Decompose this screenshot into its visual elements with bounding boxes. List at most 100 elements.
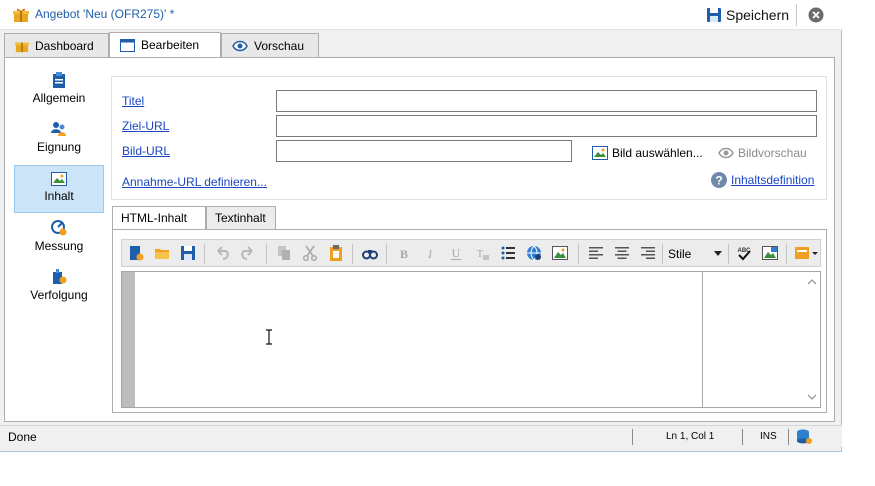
align-right-icon[interactable] — [640, 245, 656, 261]
target-url-label[interactable]: Ziel-URL — [122, 119, 169, 133]
image-props-icon[interactable] — [762, 245, 778, 261]
help-icon: ? — [711, 172, 727, 188]
toolbar-separator — [266, 244, 267, 264]
bold-icon[interactable]: B — [396, 245, 412, 261]
svg-text:I: I — [427, 247, 433, 261]
choose-image-button[interactable]: Bild auswählen... — [592, 146, 703, 160]
align-center-icon[interactable] — [614, 245, 630, 261]
choose-image-label: Bild auswählen... — [612, 146, 703, 160]
align-left-icon[interactable] — [588, 245, 604, 261]
toolbar-separator — [786, 244, 787, 264]
people-icon — [51, 122, 66, 136]
save-icon — [707, 8, 721, 22]
toolbar-separator — [204, 244, 205, 264]
text-cursor-icon — [266, 329, 272, 345]
toolbar-separator — [662, 244, 663, 264]
scroll-down-icon[interactable] — [804, 389, 820, 405]
content-definition-link[interactable]: ? Inhaltsdefinition — [711, 172, 814, 188]
style-select-value: Stile — [668, 246, 692, 261]
tab-bearbeiten-label: Bearbeiten — [141, 38, 200, 52]
eye-icon — [718, 147, 734, 159]
tab-dashboard-label: Dashboard — [35, 38, 94, 53]
bullet-list-icon[interactable] — [500, 245, 516, 261]
status-separator — [742, 429, 743, 445]
copy-icon[interactable] — [276, 245, 292, 261]
status-separator — [788, 429, 789, 445]
image-url-input[interactable] — [276, 140, 572, 162]
clear-format-icon[interactable]: T — [474, 245, 490, 261]
close-icon[interactable] — [808, 7, 824, 23]
sidebar-item-label: Messung — [34, 239, 84, 253]
html-editor[interactable] — [121, 271, 821, 408]
title-bar: Angebot 'Neu (OFR275)' * Speichern — [0, 0, 842, 30]
paste-icon[interactable] — [328, 245, 344, 261]
toolbar-separator — [578, 244, 579, 264]
svg-text:?: ? — [715, 174, 722, 188]
status-text: Done — [8, 430, 37, 444]
tracking-icon — [53, 269, 67, 284]
gift-icon — [13, 8, 29, 22]
chevron-down-icon — [714, 251, 722, 256]
database-icon — [797, 429, 812, 444]
find-icon[interactable] — [362, 245, 378, 261]
tab-vorschau[interactable]: Vorschau — [221, 33, 319, 57]
sidebar-item-eignung[interactable]: Eignung — [14, 115, 104, 163]
image-preview-button[interactable]: Bildvorschau — [718, 146, 807, 160]
image-preview-label: Bildvorschau — [738, 146, 807, 160]
sidebar-item-messung[interactable]: Messung — [14, 214, 104, 262]
title-input[interactable] — [276, 90, 817, 112]
new-doc-icon[interactable] — [128, 245, 144, 261]
toolbar-separator — [352, 244, 353, 264]
status-bar: Done Ln 1, Col 1 INS — [0, 425, 842, 447]
sidebar-item-verfolgung[interactable]: Verfolgung — [14, 263, 104, 311]
content-panel: Allgemein Eignung Inhalt Messung Verfolg… — [4, 57, 835, 422]
insert-mode: INS — [760, 431, 777, 442]
content-definition-label: Inhaltsdefinition — [731, 173, 815, 187]
eye-icon — [232, 40, 248, 51]
tab-bearbeiten[interactable]: Bearbeiten — [109, 32, 221, 57]
editor-scrollbar[interactable] — [804, 272, 820, 407]
tab-text-content[interactable]: Textinhalt — [206, 206, 276, 229]
cut-icon[interactable] — [302, 245, 318, 261]
save-icon[interactable] — [180, 245, 196, 261]
sidebar-item-inhalt[interactable]: Inhalt — [14, 165, 104, 213]
spellcheck-icon[interactable]: ABC — [736, 245, 752, 261]
sidebar-item-label: Verfolgung — [30, 288, 88, 302]
svg-text:U: U — [452, 246, 461, 260]
cursor-position: Ln 1, Col 1 — [666, 431, 715, 442]
edit-window-icon — [120, 38, 135, 52]
redo-icon[interactable] — [240, 245, 256, 261]
more-icon[interactable] — [794, 245, 820, 261]
sidebar-item-label: Eignung — [36, 140, 82, 154]
title-label[interactable]: Titel — [122, 94, 144, 108]
title-separator — [796, 4, 797, 26]
scroll-up-icon[interactable] — [804, 274, 820, 290]
link-icon[interactable] — [526, 245, 542, 261]
sidebar-item-allgemein[interactable]: Allgemein — [14, 66, 104, 114]
toolbar-separator — [386, 244, 387, 264]
target-url-input[interactable] — [276, 115, 817, 137]
undo-icon[interactable] — [214, 245, 230, 261]
sidebar-item-label: Allgemein — [32, 91, 86, 105]
underline-icon[interactable]: U — [448, 245, 464, 261]
insert-image-icon[interactable] — [552, 245, 568, 261]
offer-editor-window: Angebot 'Neu (OFR275)' * Speichern Dashb… — [0, 0, 842, 452]
editor-divider — [702, 272, 703, 407]
save-button-label: Speichern — [726, 7, 790, 23]
style-select[interactable]: Stile — [664, 243, 724, 264]
toolbar-separator — [728, 244, 729, 264]
open-folder-icon[interactable] — [154, 245, 170, 261]
tab-dashboard[interactable]: Dashboard — [4, 33, 109, 57]
tab-vorschau-label: Vorschau — [254, 38, 305, 53]
image-url-label[interactable]: Bild-URL — [122, 144, 170, 158]
measure-icon — [51, 220, 67, 236]
image-icon — [592, 146, 608, 160]
window-title: Angebot 'Neu (OFR275)' * — [35, 7, 175, 21]
italic-icon[interactable]: I — [422, 245, 438, 261]
svg-text:T: T — [477, 248, 484, 260]
save-button[interactable]: Speichern — [706, 5, 789, 25]
accept-url-link[interactable]: Annahme-URL definieren... — [122, 175, 267, 189]
tab-html-content[interactable]: HTML-Inhalt — [112, 206, 206, 230]
editor-toolbar: B I U T Stile ABC — [121, 239, 821, 267]
svg-text:B: B — [400, 247, 408, 261]
